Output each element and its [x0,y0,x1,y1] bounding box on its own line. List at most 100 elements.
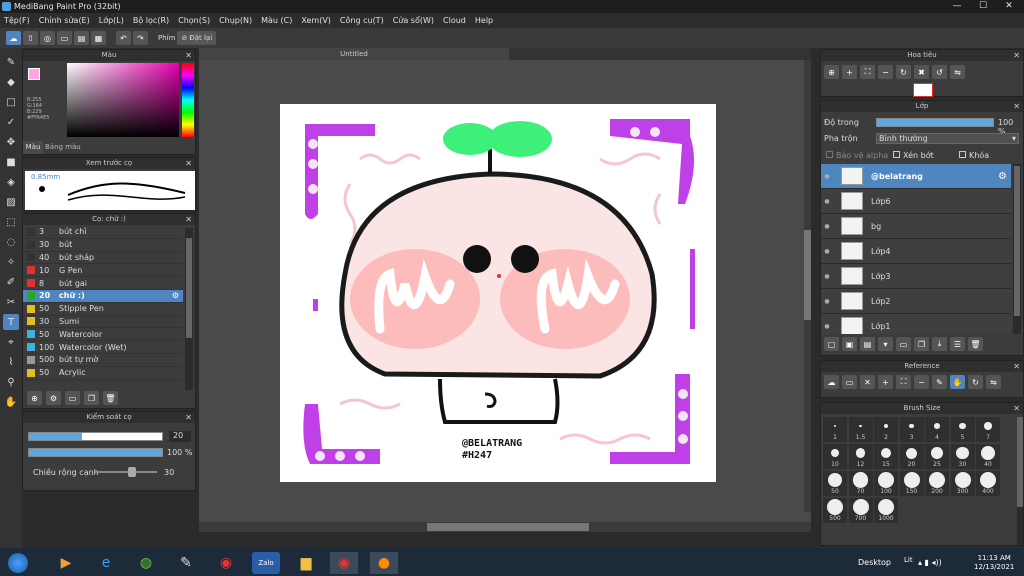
page-icon[interactable]: ▤ [74,31,89,45]
reset-button[interactable]: ⊘ Đặt lại [177,31,217,45]
brush-list-item[interactable]: 30 bút [23,239,183,252]
grid-icon[interactable]: ▦ [91,31,106,45]
layer-row[interactable]: ● Lớp3 [821,264,1011,289]
menu-layer[interactable]: Lớp(L) [99,16,124,25]
ref-eyedropper-icon[interactable]: ✎ [932,375,947,389]
brush-size-scroll-thumb[interactable] [1017,417,1023,507]
brush-size-slider[interactable] [28,432,163,441]
duplicate-layer-icon[interactable]: ❐ [914,337,929,351]
visibility-eye-icon[interactable]: ● [821,198,833,205]
new-halftone-layer-icon[interactable]: ▣ [842,337,857,351]
reset-view-icon[interactable]: ✖ [914,65,929,79]
brush-folder-icon[interactable]: ▭ [65,391,80,405]
zoom-out-icon[interactable]: − [878,65,893,79]
layer-row[interactable]: ● Lớp4 [821,239,1011,264]
brush-list-item[interactable]: 100 Watercolor (Wet) [23,341,183,354]
chrome-icon[interactable]: ◉ [212,552,240,574]
brush-size-preset[interactable]: 400 [976,471,1000,496]
rotate-back-icon[interactable]: ↺ [932,65,947,79]
magic-wand-tool-icon[interactable]: ✧ [3,254,19,270]
panel-close-icon[interactable]: ✕ [185,158,192,169]
brush-size-preset[interactable]: 25 [925,444,949,469]
brush-size-preset[interactable]: 70 [848,471,873,496]
menu-cloud[interactable]: Cloud [443,16,466,25]
canvas-viewport[interactable]: @BELATRANG #H247 [199,60,811,522]
hand-tool-icon[interactable]: ✋ [3,394,19,410]
brush-add-icon[interactable]: ⊕ [27,391,42,405]
zoom-in-icon[interactable]: + [842,65,857,79]
clipping-checkbox[interactable]: Xén bớt [893,151,934,160]
app-green-icon[interactable]: ◍ [132,552,160,574]
start-button-icon[interactable] [4,552,32,574]
brush-list-item[interactable]: 40 bút sháp [23,252,183,265]
redo-icon[interactable]: ↷ [133,31,148,45]
panel-close-icon[interactable]: ✕ [185,50,192,61]
menu-view[interactable]: Xem(V) [301,16,331,25]
menu-file[interactable]: Tệp(F) [4,16,30,25]
brush-size-preset[interactable]: 100 [874,471,898,496]
clock[interactable]: 11:13 AM 12/13/2021 [974,554,1014,572]
brush-size-preset[interactable]: 5 [950,417,975,442]
brush-size-preset[interactable]: 50 [823,471,847,496]
canvas-h-thumb[interactable] [427,523,589,531]
brush-size-preset[interactable]: 12 [848,444,873,469]
brush-size-preset[interactable]: 15 [874,444,898,469]
brush-size-preset[interactable]: 2 [874,417,898,442]
canvas-tab[interactable]: Untitled [199,48,509,60]
layer-scroll-thumb[interactable] [1014,166,1020,316]
brush-opacity-slider[interactable] [28,448,163,457]
brush-list-item[interactable]: 500 bút tự mờ [23,354,183,367]
gear-icon[interactable]: ⚙ [172,291,179,300]
media-player-icon[interactable]: ▶ [52,552,80,574]
layer-row[interactable]: ● bg [821,214,1011,239]
navigator-thumbnail[interactable] [913,83,933,97]
brush-size-preset[interactable]: 7 [976,417,1000,442]
brush-size-preset[interactable]: 20 [899,444,924,469]
gradient-tool-icon[interactable]: ▨ [3,194,19,210]
select-eraser-tool-icon[interactable]: ✂ [3,294,19,310]
visibility-eye-icon[interactable]: ● [821,223,833,230]
canvas-h-scrollbar-bar[interactable] [199,522,811,532]
brush-tool-icon[interactable]: ✎ [3,54,19,70]
fill-rect-tool-icon[interactable]: ■ [3,154,19,170]
paint-app-icon[interactable]: ✎ [172,552,200,574]
brush-scroll-thumb[interactable] [186,238,192,338]
menu-filter[interactable]: Bộ lọc(R) [133,16,169,25]
drawing-canvas[interactable]: @BELATRANG #H247 [280,104,716,482]
brush-size-value[interactable]: 20 [169,431,191,442]
brush-size-preset[interactable]: 3 [899,417,924,442]
brush-list-item[interactable]: 3 bút chì [23,226,183,239]
eyedropper-tool-icon[interactable]: ⚲ [3,374,19,390]
text-tool-icon[interactable]: T [3,314,19,330]
brush-size-preset[interactable]: 4 [925,417,949,442]
canvas-v-scrollbar[interactable] [804,60,811,512]
brush-settings-icon[interactable]: ⚙ [46,391,61,405]
ref-fit-icon[interactable]: ⛶ [896,375,911,389]
brush-list-item[interactable]: 20 chữ :) ⚙ [23,289,183,303]
panel-close-icon[interactable]: ✕ [1013,50,1020,61]
lasso-tool-icon[interactable]: ◌ [3,234,19,250]
brush-size-scrollbar[interactable] [1017,417,1023,545]
pen-tool-icon[interactable]: ✓ [3,114,19,130]
select-tool-icon[interactable]: ⬚ [3,214,19,230]
primary-color-swatch[interactable] [28,68,40,80]
tab-color[interactable]: Màu [23,141,43,154]
fit-icon[interactable]: ⛶ [860,65,875,79]
brush-size-preset[interactable]: 40 [976,444,1000,469]
brush-size-preset[interactable]: 200 [925,471,949,496]
canvas-v-thumb[interactable] [804,230,811,320]
chat-icon[interactable]: ▭ [57,31,72,45]
merge-layer-icon[interactable]: ⤓ [932,337,947,351]
eraser-tool-icon[interactable]: ◆ [3,74,19,90]
saturation-value-picker[interactable] [67,63,179,137]
close-button[interactable]: ✕ [996,0,1022,13]
brush-scrollbar[interactable] [185,228,193,390]
ref-hand-icon[interactable]: ✋ [950,375,965,389]
blend-mode-select[interactable]: Bình thường ▾ [876,133,1019,144]
dot-tool-icon[interactable]: □ [3,94,19,110]
new-layer-icon[interactable]: ▢ [824,337,839,351]
gear-icon[interactable]: ⚙ [998,171,1007,182]
visibility-eye-icon[interactable]: ● [821,298,833,305]
layer-row[interactable]: ● Lớp1 [821,314,1011,334]
ref-close-icon[interactable]: ✕ [860,375,875,389]
